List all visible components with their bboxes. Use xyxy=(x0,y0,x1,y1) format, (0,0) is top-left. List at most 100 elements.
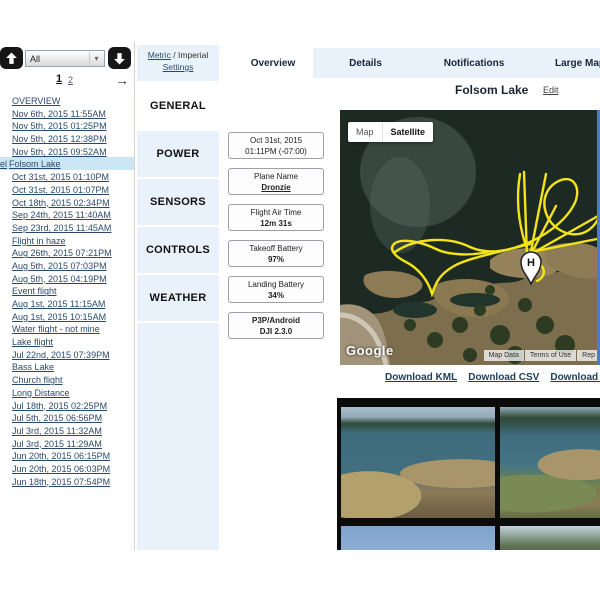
previous-flight-button[interactable] xyxy=(0,47,23,69)
takeoff-battery-box: Takeoff Battery97% xyxy=(228,240,324,267)
flight-link[interactable]: Event flight xyxy=(12,286,57,296)
flight-link[interactable]: Jun 18th, 2015 07:54PM xyxy=(12,477,110,487)
flight-link[interactable]: Jul 18th, 2015 02:25PM xyxy=(12,401,107,411)
metric-link[interactable]: Metric xyxy=(148,50,171,60)
flight-photo-thumbnail[interactable] xyxy=(341,526,495,550)
tab-large-map[interactable]: Large Map xyxy=(530,48,600,78)
flight-list-row: Aug 26th, 2015 07:21PM xyxy=(0,246,134,259)
map-view-button[interactable]: Map xyxy=(348,122,382,142)
flight-link[interactable]: Sep 23rd, 2015 11:45AM xyxy=(12,223,111,233)
page-2-link[interactable]: 2 xyxy=(68,75,73,85)
flight-list-row: Lake flight xyxy=(0,335,134,348)
arrow-down-icon xyxy=(113,52,126,65)
flight-list-row: Sep 23rd, 2015 11:45AM xyxy=(0,221,134,234)
flight-link[interactable]: Oct 31st, 2015 01:07PM xyxy=(12,185,109,195)
section-controls[interactable]: CONTROLS xyxy=(137,227,219,273)
units-settings-box: Metric / Imperial Settings xyxy=(137,45,219,81)
edit-flight-name-link[interactable]: Edit xyxy=(543,85,559,95)
flight-summary-boxes: Oct 31st, 201501:11PM (-07:00)Plane Name… xyxy=(228,132,326,348)
download-kml-link[interactable]: Download KML xyxy=(385,372,457,383)
box-value[interactable]: Dronzie xyxy=(230,182,322,193)
download-links: Download KML Download CSV Download Orig xyxy=(385,372,600,383)
flight-link[interactable]: Long Distance xyxy=(12,388,70,398)
selected-row-prefix: el xyxy=(0,159,7,169)
flight-list-row: Jul 22nd, 2015 07:39PM xyxy=(0,348,134,361)
flight-link[interactable]: Aug 26th, 2015 07:21PM xyxy=(12,248,112,258)
flight-link[interactable]: Jul 5th, 2015 06:56PM xyxy=(12,413,102,423)
flight-link[interactable]: Folsom Lake xyxy=(9,159,61,169)
flight-link[interactable]: Aug 1st, 2015 10:15AM xyxy=(12,312,106,322)
terms-of-use-link[interactable]: Terms of Use xyxy=(525,350,576,361)
tab-details[interactable]: Details xyxy=(313,48,418,78)
flight-map[interactable]: H Map Satellite Google Map DataTerms of … xyxy=(340,110,600,365)
flight-link[interactable]: Jun 20th, 2015 06:03PM xyxy=(12,464,110,474)
flight-photo-thumbnail[interactable] xyxy=(500,407,600,518)
flight-list-row: Jul 3rd, 2015 11:29AM xyxy=(0,437,134,450)
flight-list-row: Oct 18th, 2015 02:34PM xyxy=(0,196,134,209)
flight-link[interactable]: Aug 1st, 2015 11:15AM xyxy=(12,299,105,309)
page-1-current[interactable]: 1 xyxy=(56,73,62,85)
flight-list-row: Water flight - not mine xyxy=(0,322,134,335)
flight-link[interactable]: Nov 6th, 2015 11:55AM xyxy=(12,109,106,119)
google-logo: Google xyxy=(346,343,394,358)
flight-link[interactable]: Aug 5th, 2015 04:19PM xyxy=(12,274,107,284)
flight-link[interactable]: OVERVIEW xyxy=(12,96,60,106)
arrow-up-icon xyxy=(5,52,18,65)
flight-list-row-selected: elFolsom Lake xyxy=(0,157,134,170)
settings-link[interactable]: Settings xyxy=(137,61,219,73)
section-power[interactable]: POWER xyxy=(137,131,219,177)
box-label: P3P/Android xyxy=(230,316,322,326)
flight-list-row: Church flight xyxy=(0,373,134,386)
flight-link[interactable]: Jun 20th, 2015 06:15PM xyxy=(12,451,110,461)
flight-list-row: Nov 5th, 2015 09:52AM xyxy=(0,145,134,158)
download-csv-link[interactable]: Download CSV xyxy=(468,372,539,383)
flight-link[interactable]: Nov 5th, 2015 01:25PM xyxy=(12,121,107,131)
flight-filter-select[interactable]: All ▾ xyxy=(25,50,105,67)
box-value: 34% xyxy=(230,290,322,301)
satellite-view-button[interactable]: Satellite xyxy=(382,122,434,142)
flight-list-sidebar: All ▾ 1 2 → OVERVIEW Nov 6th, 2015 11:55A… xyxy=(0,42,135,550)
next-page-arrow[interactable]: → xyxy=(115,72,129,88)
flight-link[interactable]: Jul 3rd, 2015 11:32AM xyxy=(12,426,102,436)
flight-list-row: Aug 5th, 2015 04:19PM xyxy=(0,272,134,285)
box-label: Plane Name xyxy=(230,172,322,182)
box-label: Flight Air Time xyxy=(230,208,322,218)
flight-list-row: Nov 5th, 2015 01:25PM xyxy=(0,119,134,132)
flight-link[interactable]: Church flight xyxy=(12,375,63,385)
box-value: 97% xyxy=(230,254,322,265)
flight-link[interactable]: Nov 5th, 2015 09:52AM xyxy=(12,147,107,157)
section-general[interactable]: GENERAL xyxy=(137,83,219,129)
flight-photo-thumbnail[interactable] xyxy=(500,526,600,550)
flight-link[interactable]: Oct 31st, 2015 01:10PM xyxy=(12,172,109,182)
flight-link[interactable]: Water flight - not mine xyxy=(12,324,100,334)
flight-list-row: Oct 31st, 2015 01:07PM xyxy=(0,183,134,196)
plane-name-box[interactable]: Plane NameDronzie xyxy=(228,168,324,195)
flight-list: OVERVIEW Nov 6th, 2015 11:55AM Nov 5th, 20… xyxy=(0,94,134,487)
flight-nav-controls: All ▾ xyxy=(0,45,134,71)
next-flight-button[interactable] xyxy=(108,47,131,69)
flight-link[interactable]: Flight in haze xyxy=(12,236,66,246)
download-original-link[interactable]: Download Orig xyxy=(550,372,600,383)
landing-battery-box: Landing Battery34% xyxy=(228,276,324,303)
flight-photo-thumbnail[interactable] xyxy=(341,407,495,518)
tab-notifications[interactable]: Notifications xyxy=(418,48,530,78)
section-weather[interactable]: WEATHER xyxy=(137,275,219,321)
flight-list-row: Flight in haze xyxy=(0,234,134,247)
flight-list-row: Aug 1st, 2015 11:15AM xyxy=(0,297,134,310)
flight-link[interactable]: Bass Lake xyxy=(12,362,54,372)
flight-link[interactable]: Lake flight xyxy=(12,337,53,347)
box-value: DJI 2.3.0 xyxy=(230,326,322,337)
flight-link[interactable]: Sep 24th, 2015 11:40AM xyxy=(12,210,111,220)
flight-link[interactable]: Nov 5th, 2015 12:38PM xyxy=(12,134,107,144)
page-title: Folsom Lake xyxy=(455,83,528,97)
flight-link[interactable]: Jul 22nd, 2015 07:39PM xyxy=(12,350,110,360)
section-sensors[interactable]: SENSORS xyxy=(137,179,219,225)
flight-list-row: Sep 24th, 2015 11:40AM xyxy=(0,208,134,221)
flight-link[interactable]: Jul 3rd, 2015 11:29AM xyxy=(12,439,102,449)
flight-list-row: Event flight xyxy=(0,284,134,297)
flight-link[interactable]: Oct 18th, 2015 02:34PM xyxy=(12,198,110,208)
tab-overview[interactable]: Overview xyxy=(233,48,313,78)
imperial-label: Imperial xyxy=(178,50,208,60)
box-label: Landing Battery xyxy=(230,280,322,290)
flight-link[interactable]: Aug 5th, 2015 07:03PM xyxy=(12,261,107,271)
